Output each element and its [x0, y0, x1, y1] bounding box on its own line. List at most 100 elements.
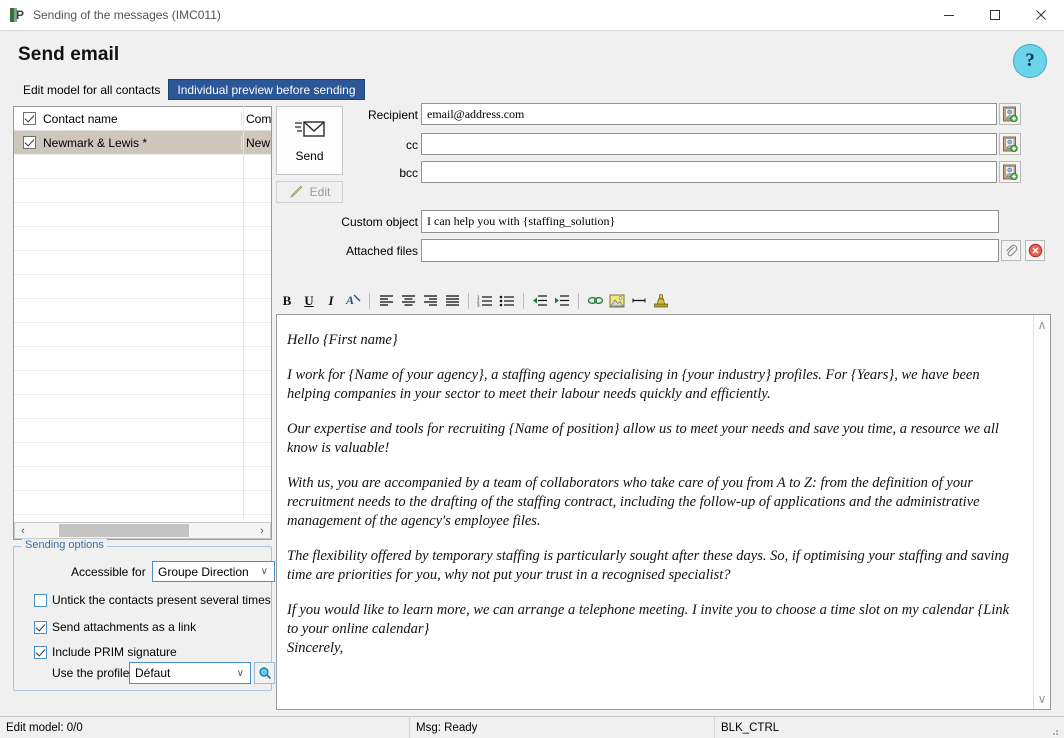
increase-indent-icon[interactable] [551, 290, 573, 311]
cc-input[interactable] [421, 133, 997, 155]
address-book-icon [1003, 106, 1018, 122]
tab-edit-model[interactable]: Edit model for all contacts [15, 79, 168, 100]
resize-grip[interactable] [1047, 721, 1061, 735]
hscroll-right-arrow[interactable]: › [254, 525, 270, 537]
numbered-list-icon[interactable]: 1 2 3 [474, 290, 496, 311]
table-row-empty[interactable] [14, 299, 271, 323]
scroll-up-arrow-icon[interactable]: ∧ [1038, 318, 1047, 332]
checkbox-attachments-as-link[interactable]: Send attachments as a link [34, 620, 196, 634]
table-row-empty[interactable] [14, 419, 271, 443]
bcc-label: bcc [399, 166, 418, 180]
chevron-down-icon: ∨ [236, 667, 244, 679]
table-row[interactable]: Newmark & Lewis * New [14, 131, 271, 155]
attached-files-input[interactable] [421, 239, 999, 262]
hscroll-track[interactable] [31, 523, 254, 538]
email-body-text[interactable]: Hello {First name} I work for {Name of yo… [277, 315, 1033, 709]
checkbox-icon [34, 645, 47, 659]
align-center-icon[interactable] [397, 290, 419, 311]
font-color-icon[interactable]: A [342, 290, 364, 311]
table-row-empty[interactable] [14, 395, 271, 419]
decrease-indent-icon[interactable] [529, 290, 551, 311]
window-title: Sending of the messages (IMC011) [33, 8, 221, 22]
close-button[interactable] [1018, 0, 1064, 31]
checkbox-untick-duplicates[interactable]: Untick the contacts present several time… [34, 593, 271, 607]
cc-address-book-button[interactable] [999, 133, 1021, 155]
magnifier-icon [258, 667, 271, 680]
table-row-empty[interactable] [14, 251, 271, 275]
contact-column-divider [243, 106, 244, 518]
help-icon[interactable]: ? [1013, 44, 1047, 78]
checkbox-include-prim-signature[interactable]: Include PRIM signature [34, 645, 177, 659]
contact-list-hscrollbar[interactable]: ‹ › [14, 522, 271, 539]
contact-list-header-row[interactable]: Contact name Com [14, 107, 271, 131]
delete-attachment-button[interactable] [1025, 240, 1045, 261]
email-paragraph: Hello {First name} [287, 332, 398, 348]
attach-file-button[interactable] [1001, 240, 1021, 261]
column-header-company: Com [241, 111, 271, 126]
table-row-empty[interactable] [14, 179, 271, 203]
insert-image-icon[interactable] [606, 290, 628, 311]
align-justify-icon[interactable] [441, 290, 463, 311]
svg-text:3: 3 [477, 303, 480, 308]
toolbar-divider [523, 292, 524, 309]
profile-search-button[interactable] [254, 662, 275, 684]
recipient-input[interactable]: email@address.com [421, 103, 997, 125]
horizontal-rule-icon[interactable] [628, 290, 650, 311]
align-right-icon[interactable] [419, 290, 441, 311]
status-msg: Msg: Ready [410, 716, 715, 738]
edit-button[interactable]: Edit [276, 181, 343, 203]
table-row-empty[interactable] [14, 203, 271, 227]
checkbox-icon[interactable] [23, 136, 36, 149]
email-paragraph: If you would like to learn more, we can … [287, 602, 1010, 637]
bcc-input[interactable] [421, 161, 997, 183]
minimize-button[interactable] [926, 0, 972, 31]
edit-button-label: Edit [309, 185, 331, 199]
align-left-icon[interactable] [375, 290, 397, 311]
use-profile-label: Use the profile [52, 666, 130, 680]
hscroll-left-arrow[interactable]: ‹ [15, 525, 31, 537]
underline-icon[interactable]: U [298, 290, 320, 311]
custom-object-input[interactable]: I can help you with {staffing_solution} [421, 210, 999, 233]
app-icon: P [9, 7, 25, 23]
table-row-empty[interactable] [14, 443, 271, 467]
contact-list[interactable]: Contact name Com Newmark & Lewis * New [13, 106, 272, 540]
cc-label: cc [406, 138, 418, 152]
table-row-empty[interactable] [14, 491, 271, 515]
paperclip-icon [1006, 244, 1018, 256]
email-paragraph: I work for {Name of your agency}, a staf… [287, 367, 980, 402]
signature-stamp-icon[interactable] [650, 290, 672, 311]
delete-red-x-icon [1028, 243, 1042, 258]
table-row-empty[interactable] [14, 323, 271, 347]
email-body-editor[interactable]: Hello {First name} I work for {Name of yo… [276, 314, 1051, 710]
table-row-empty[interactable] [14, 371, 271, 395]
bullet-list-icon[interactable] [496, 290, 518, 311]
tab-individual-preview[interactable]: Individual preview before sending [168, 79, 365, 100]
accessible-for-select[interactable]: Groupe Direction ∨ [152, 561, 275, 582]
status-bar: Edit model: 0/0 Msg: Ready BLK_CTRL [0, 716, 1064, 738]
table-row-empty[interactable] [14, 227, 271, 251]
profile-select[interactable]: Défaut ∨ [129, 662, 251, 684]
table-row-empty[interactable] [14, 467, 271, 491]
toolbar-divider [578, 292, 579, 309]
status-edit-model: Edit model: 0/0 [0, 716, 410, 738]
maximize-button[interactable] [972, 0, 1018, 31]
chevron-down-icon: ∨ [260, 566, 268, 577]
bold-icon[interactable]: B [276, 290, 298, 311]
bcc-address-book-button[interactable] [999, 161, 1021, 183]
title-bar: P Sending of the messages (IMC011) [0, 0, 1064, 31]
hscroll-thumb[interactable] [59, 524, 189, 537]
table-row-empty[interactable] [14, 347, 271, 371]
table-row-empty[interactable] [14, 275, 271, 299]
recipient-address-book-button[interactable] [999, 103, 1021, 125]
italic-icon[interactable]: I [320, 290, 342, 311]
svg-text:A: A [345, 293, 354, 307]
checkbox-icon[interactable] [23, 112, 36, 125]
custom-object-label: Custom object [341, 215, 418, 229]
editor-vscrollbar[interactable]: ∧ ∨ [1033, 315, 1050, 709]
table-row-empty[interactable] [14, 155, 271, 179]
email-paragraph: Sincerely, [287, 640, 344, 656]
insert-link-icon[interactable] [584, 290, 606, 311]
checkbox-label: Untick the contacts present several time… [52, 593, 271, 607]
checkbox-icon [34, 620, 47, 634]
scroll-down-arrow-icon[interactable]: ∨ [1038, 692, 1047, 706]
